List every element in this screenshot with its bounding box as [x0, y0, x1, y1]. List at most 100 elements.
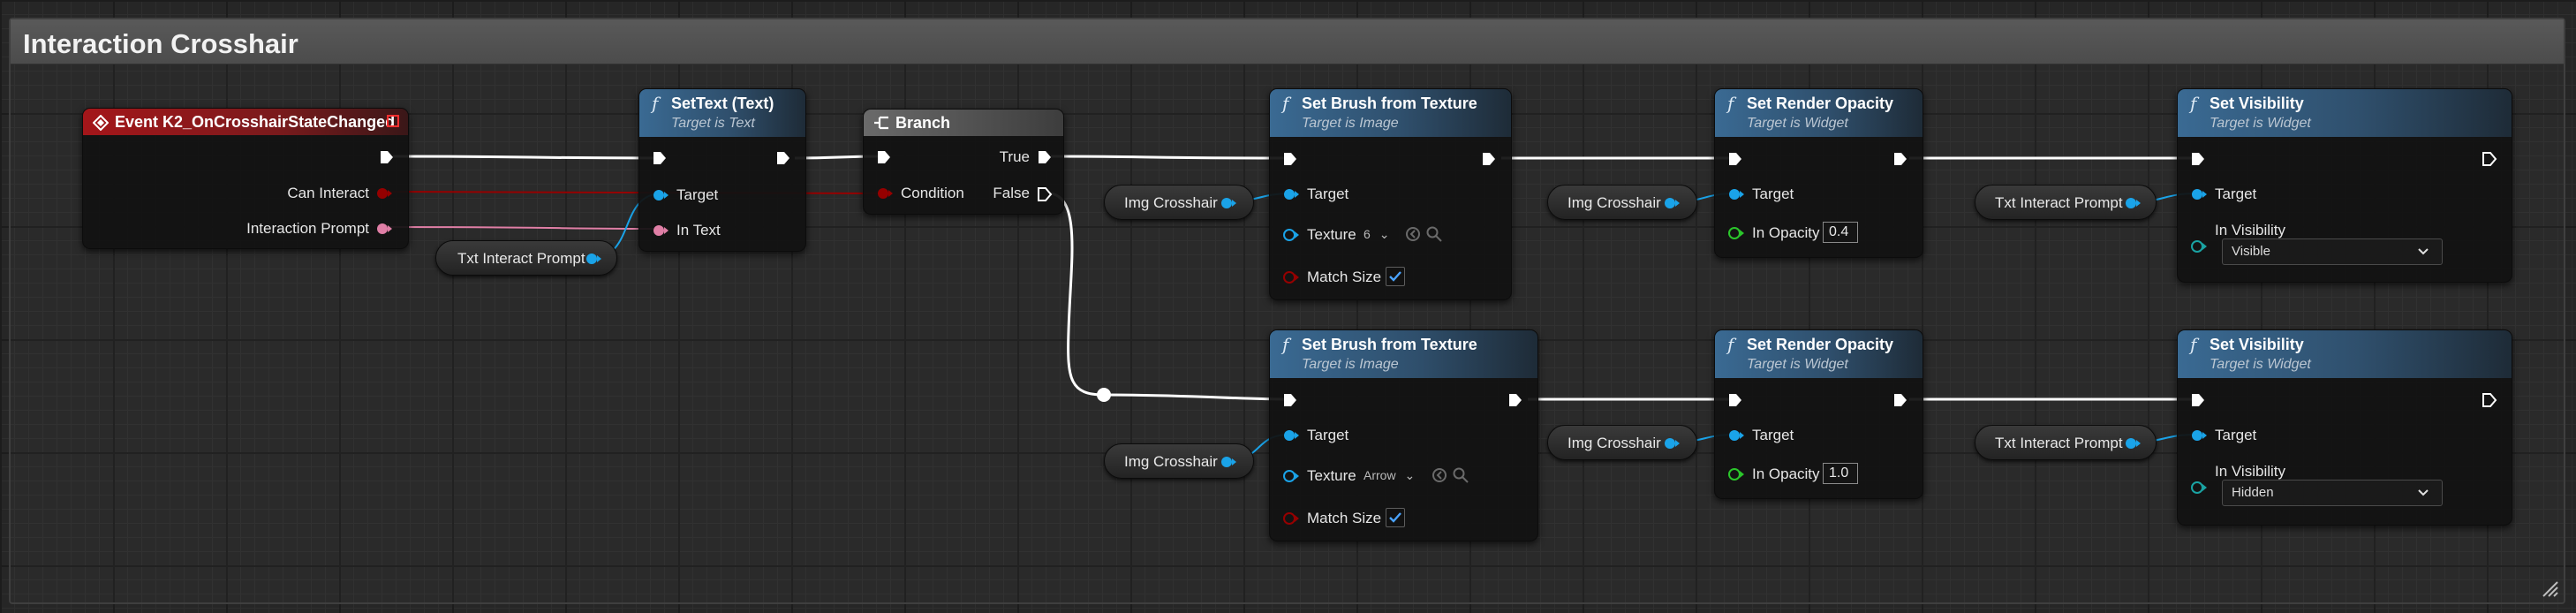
target-pin[interactable]: [1282, 186, 1300, 202]
txt-interact-prompt-getter[interactable]: Txt Interact Prompt: [435, 240, 617, 276]
texture-label: Texture: [1307, 226, 1356, 243]
texture-select[interactable]: Arrow ⌄: [1364, 465, 1425, 486]
branch-icon: [874, 116, 888, 130]
condition-pin[interactable]: [876, 185, 894, 201]
exec-in-pin[interactable]: [1726, 391, 1744, 409]
exec-out-pin[interactable]: [1892, 391, 1909, 409]
variable-label: Img Crosshair: [1568, 194, 1661, 211]
match-size-checkbox[interactable]: [1386, 508, 1405, 527]
text-out-pin[interactable]: [375, 221, 393, 237]
in-visibility-select[interactable]: Visible: [2222, 238, 2443, 265]
exec-true-pin[interactable]: [1036, 148, 1054, 166]
target-pin[interactable]: [1727, 186, 1745, 202]
browse-icon[interactable]: [1404, 225, 1422, 243]
exec-in-pin[interactable]: [875, 148, 893, 166]
exec-in-pin[interactable]: [1726, 150, 1744, 168]
set-render-opacity-node-title: Set Render Opacity: [1747, 336, 1894, 353]
match-size-checkbox[interactable]: [1386, 267, 1405, 286]
set-render-opacity-node-bottom[interactable]: f Set Render Opacity Target is Widget Ta…: [1714, 329, 1923, 499]
exec-out-pin[interactable]: [1480, 150, 1498, 168]
text-wire[interactable]: [384, 226, 663, 230]
false-label: False: [993, 185, 1030, 201]
exec-wire[interactable]: [1050, 155, 1290, 160]
target-pin[interactable]: [2190, 186, 2208, 202]
exec-false-pin[interactable]: [1036, 185, 1054, 203]
in-text-pin[interactable]: [652, 223, 669, 238]
chevron-down-icon: [2418, 248, 2429, 255]
delegate-pin-icon[interactable]: [386, 114, 400, 128]
settext-node[interactable]: f SetText (Text) Target is Text Target I…: [638, 88, 806, 252]
exec-out-pin[interactable]: [1892, 150, 1909, 168]
in-visibility-pin[interactable]: [2190, 480, 2208, 496]
img-crosshair-getter[interactable]: Img Crosshair: [1104, 443, 1254, 479]
exec-wire[interactable]: [1050, 192, 1105, 397]
texture-pin[interactable]: [1282, 468, 1300, 484]
set-brush-node-bottom[interactable]: f Set Brush from Texture Target is Image…: [1269, 329, 1538, 541]
match-size-pin[interactable]: [1282, 269, 1300, 285]
match-size-pin[interactable]: [1282, 511, 1300, 526]
set-visibility-node-top[interactable]: f Set Visibility Target is Widget Target…: [2177, 88, 2512, 283]
target-pin[interactable]: [2190, 428, 2208, 443]
object-out-pin[interactable]: [585, 251, 602, 267]
img-crosshair-getter[interactable]: Img Crosshair: [1547, 185, 1697, 220]
function-icon: f: [1282, 334, 1289, 355]
browse-icon[interactable]: [1431, 466, 1448, 484]
in-visibility-select[interactable]: Hidden: [2222, 480, 2443, 506]
set-visibility-node-bottom[interactable]: f Set Visibility Target is Widget Target…: [2177, 329, 2512, 526]
search-icon[interactable]: [1452, 466, 1469, 484]
object-out-pin[interactable]: [1220, 454, 1237, 470]
event-node[interactable]: Event K2_OnCrosshairStateChanged Can Int…: [82, 108, 409, 249]
variable-label: Img Crosshair: [1568, 435, 1661, 451]
exec-wire[interactable]: [1103, 393, 1290, 401]
search-icon[interactable]: [1425, 225, 1443, 243]
exec-out-pin[interactable]: [1507, 391, 1524, 409]
target-pin[interactable]: [1727, 428, 1745, 443]
function-icon: f: [2190, 334, 2197, 355]
target-pin[interactable]: [652, 187, 669, 203]
img-crosshair-getter[interactable]: Img Crosshair: [1104, 185, 1254, 220]
in-opacity-input[interactable]: 1.0: [1823, 463, 1858, 484]
exec-out-pin[interactable]: [2481, 391, 2498, 409]
in-opacity-input[interactable]: 0.4: [1823, 222, 1858, 243]
set-visibility-node-title: Set Visibility: [2210, 95, 2304, 112]
texture-pin[interactable]: [1282, 227, 1300, 243]
img-crosshair-getter[interactable]: Img Crosshair: [1547, 425, 1697, 460]
set-render-opacity-node-top[interactable]: f Set Render Opacity Target is Widget Ta…: [1714, 88, 1923, 258]
bool-out-pin[interactable]: [375, 185, 393, 201]
check-icon: [1389, 271, 1401, 282]
object-out-pin[interactable]: [1663, 435, 1681, 451]
graph-canvas[interactable]: Interaction Crosshair Event K2_OnCrossha…: [0, 0, 2576, 613]
in-visibility-select-value: Hidden: [2232, 485, 2274, 500]
exec-in-pin[interactable]: [2189, 391, 2207, 409]
in-visibility-pin[interactable]: [2190, 238, 2208, 254]
txt-interact-prompt-getter[interactable]: Txt Interact Prompt: [1975, 185, 2157, 220]
bool-wire[interactable]: [384, 191, 885, 194]
set-visibility-node-subtitle: Target is Widget: [2210, 116, 2311, 131]
exec-in-pin[interactable]: [1281, 391, 1299, 409]
chevron-down-icon: ⌄: [1379, 227, 1390, 241]
object-out-pin[interactable]: [2124, 435, 2142, 451]
exec-out-pin[interactable]: [2481, 150, 2498, 168]
object-out-pin[interactable]: [1220, 195, 1237, 211]
in-opacity-pin[interactable]: [1727, 466, 1745, 482]
txt-interact-prompt-getter[interactable]: Txt Interact Prompt: [1975, 425, 2157, 460]
branch-node[interactable]: Branch True Condition False: [863, 109, 1064, 215]
target-pin[interactable]: [1282, 428, 1300, 443]
branch-node-header[interactable]: [864, 110, 1063, 136]
exec-in-pin[interactable]: [651, 149, 669, 167]
texture-select[interactable]: 6 ⌄: [1364, 223, 1399, 245]
exec-out-pin[interactable]: [774, 149, 792, 167]
function-icon: f: [1727, 334, 1734, 355]
reroute-knot[interactable]: [1097, 388, 1111, 402]
texture-label: Texture: [1307, 467, 1356, 484]
set-brush-node-top[interactable]: f Set Brush from Texture Target is Image…: [1269, 88, 1512, 300]
chevron-down-icon: [2418, 489, 2429, 496]
exec-wire[interactable]: [392, 155, 659, 160]
object-out-pin[interactable]: [1663, 195, 1681, 211]
exec-in-pin[interactable]: [2189, 150, 2207, 168]
check-icon: [1389, 512, 1401, 523]
object-out-pin[interactable]: [2124, 195, 2142, 211]
exec-out-pin[interactable]: [378, 148, 396, 166]
exec-in-pin[interactable]: [1281, 150, 1299, 168]
in-opacity-pin[interactable]: [1727, 225, 1745, 241]
